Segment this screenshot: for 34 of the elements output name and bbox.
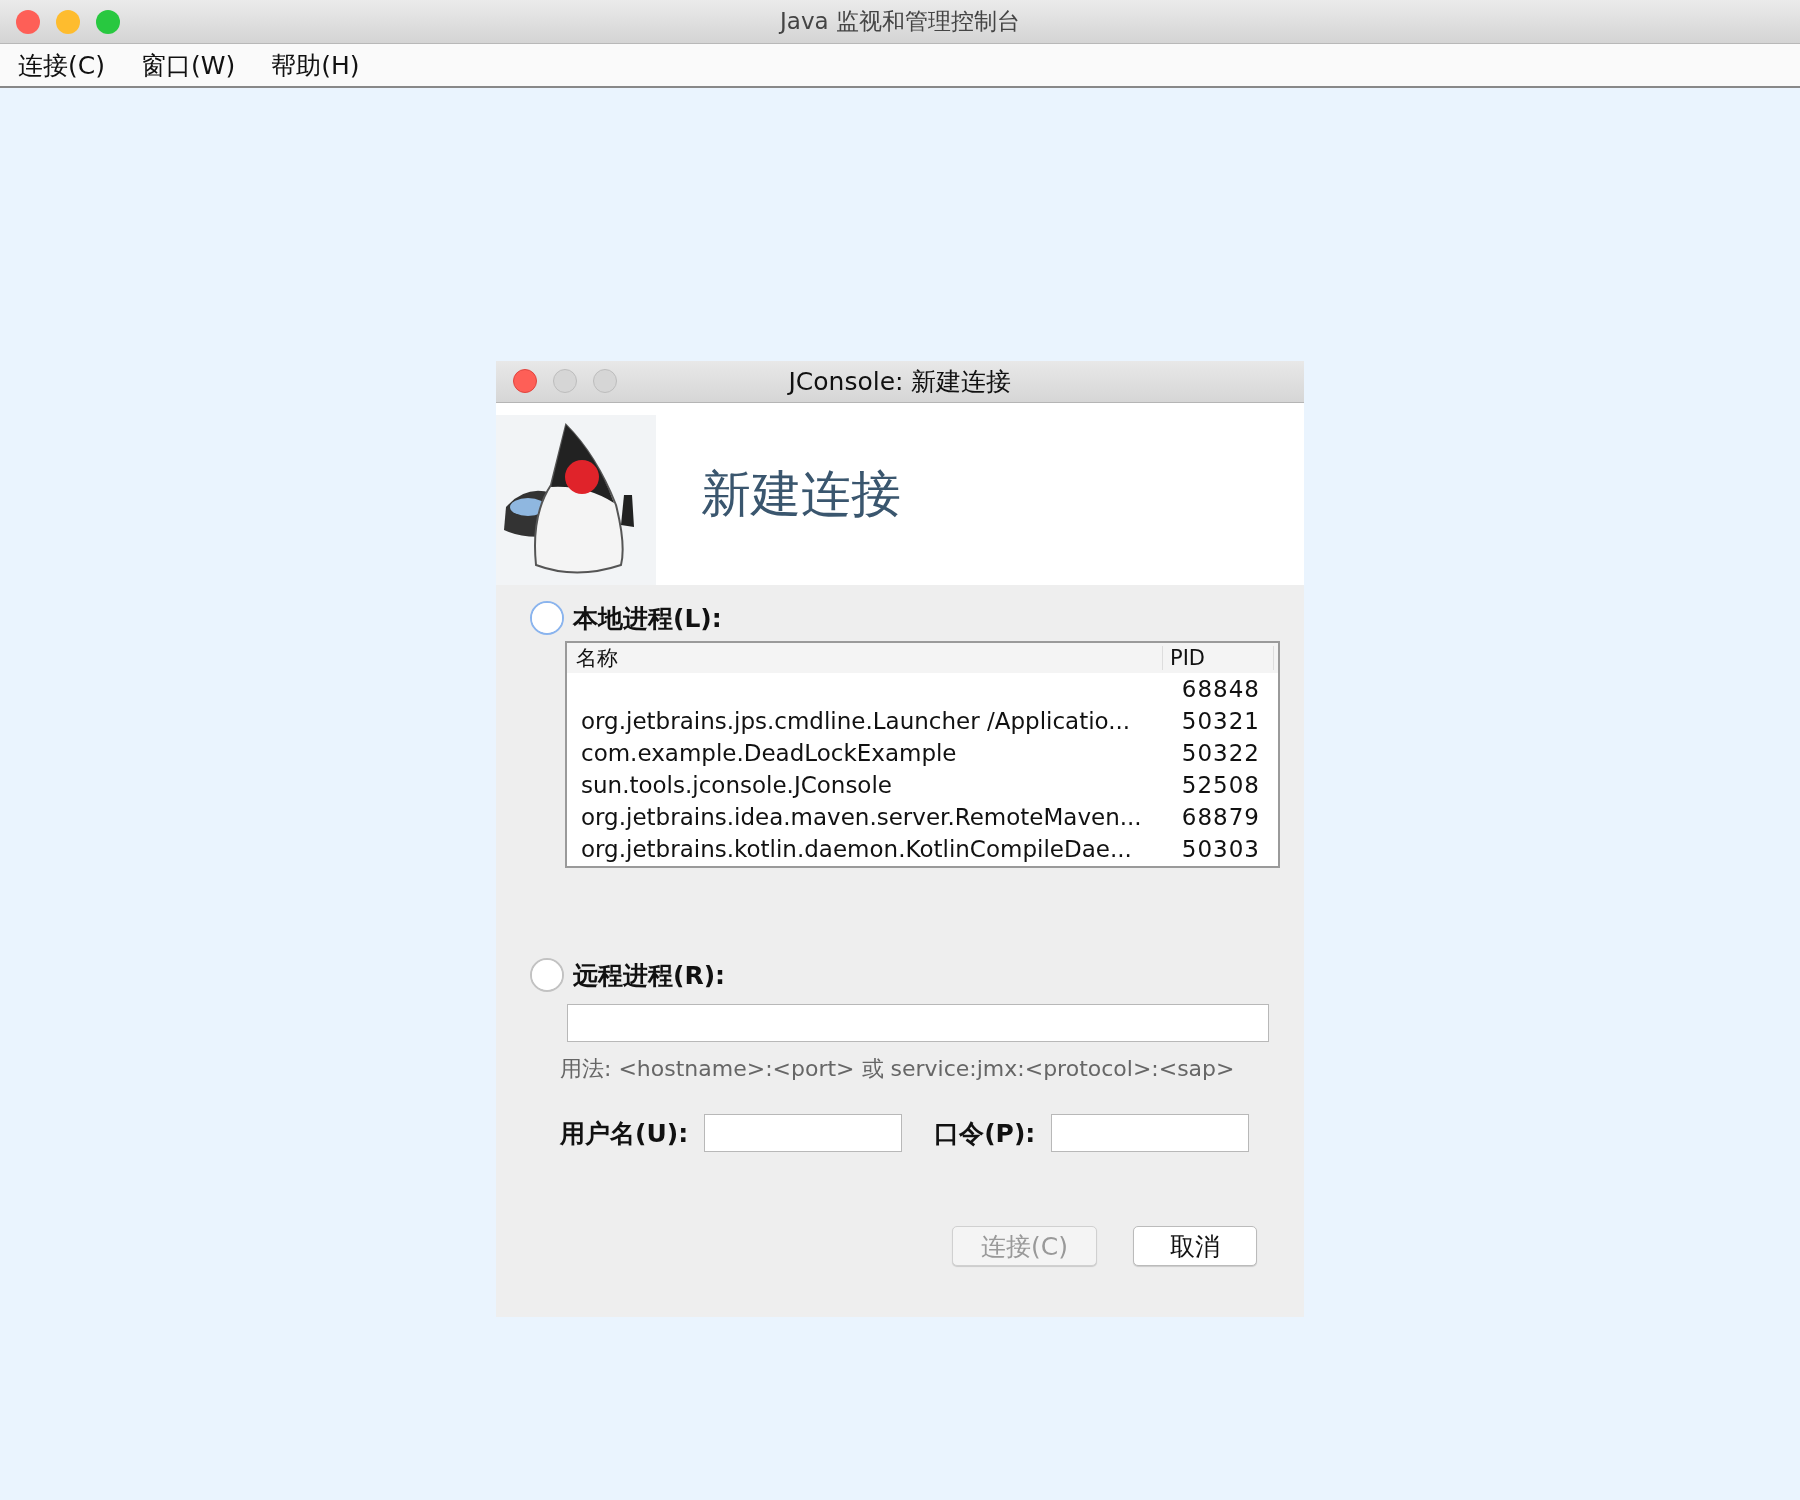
table-cell[interactable]: com.example.DeadLockExample: [581, 740, 957, 766]
menu-item[interactable]: 连接(C): [18, 48, 105, 82]
close-button[interactable]: [513, 369, 537, 393]
minimize-button[interactable]: [56, 10, 80, 34]
dialog-heading: 新建连接: [701, 463, 901, 525]
table-cell[interactable]: org.jetbrains.idea.maven.server.RemoteMaven...: [581, 804, 1142, 830]
input-field[interactable]: [704, 1114, 903, 1152]
table-cell[interactable]: sun.tools.jconsole.JConsole: [581, 772, 892, 798]
table-cell[interactable]: 68848: [1181, 676, 1260, 702]
dialog-title: JConsole: 新建连接: [788, 366, 1012, 398]
column-header[interactable]: 名称: [567, 644, 1162, 672]
zoom-button[interactable]: [96, 10, 120, 34]
table-cell[interactable]: 68879: [1181, 804, 1260, 830]
field-label: 口令(P):: [934, 1117, 1036, 1150]
zoom-button[interactable]: [593, 369, 617, 393]
input-field[interactable]: [1051, 1114, 1250, 1152]
radio-label: 远程进程(R):: [573, 959, 726, 992]
radio-label: 本地进程(L):: [573, 602, 722, 635]
usage-hint: 用法: <hostname>:<port> 或 service:jmx:<protocol>:<sap>: [560, 1055, 1236, 1083]
input-field[interactable]: [567, 1004, 1269, 1042]
close-button[interactable]: [16, 10, 40, 34]
table-cell[interactable]: 50303: [1181, 836, 1260, 862]
field-label: 用户名(U):: [560, 1117, 689, 1150]
cancel-button[interactable]: 取消: [1133, 1226, 1257, 1266]
table-cell[interactable]: 50321: [1181, 708, 1260, 734]
menu-item[interactable]: 帮助(H): [271, 48, 360, 82]
table-cell[interactable]: org.jetbrains.jps.cmdline.Launcher /Applicatio...: [581, 708, 1131, 734]
column-header[interactable]: PID: [1162, 646, 1274, 670]
window-title: Java 监视和管理控制台: [780, 7, 1020, 36]
table-cell[interactable]: 50322: [1181, 740, 1260, 766]
table-cell[interactable]: 52508: [1181, 772, 1260, 798]
table-cell[interactable]: org.jetbrains.kotlin.daemon.KotlinCompileDae...: [581, 836, 1132, 862]
menu-item[interactable]: 窗口(W): [140, 48, 236, 82]
minimize-button[interactable]: [553, 369, 577, 393]
